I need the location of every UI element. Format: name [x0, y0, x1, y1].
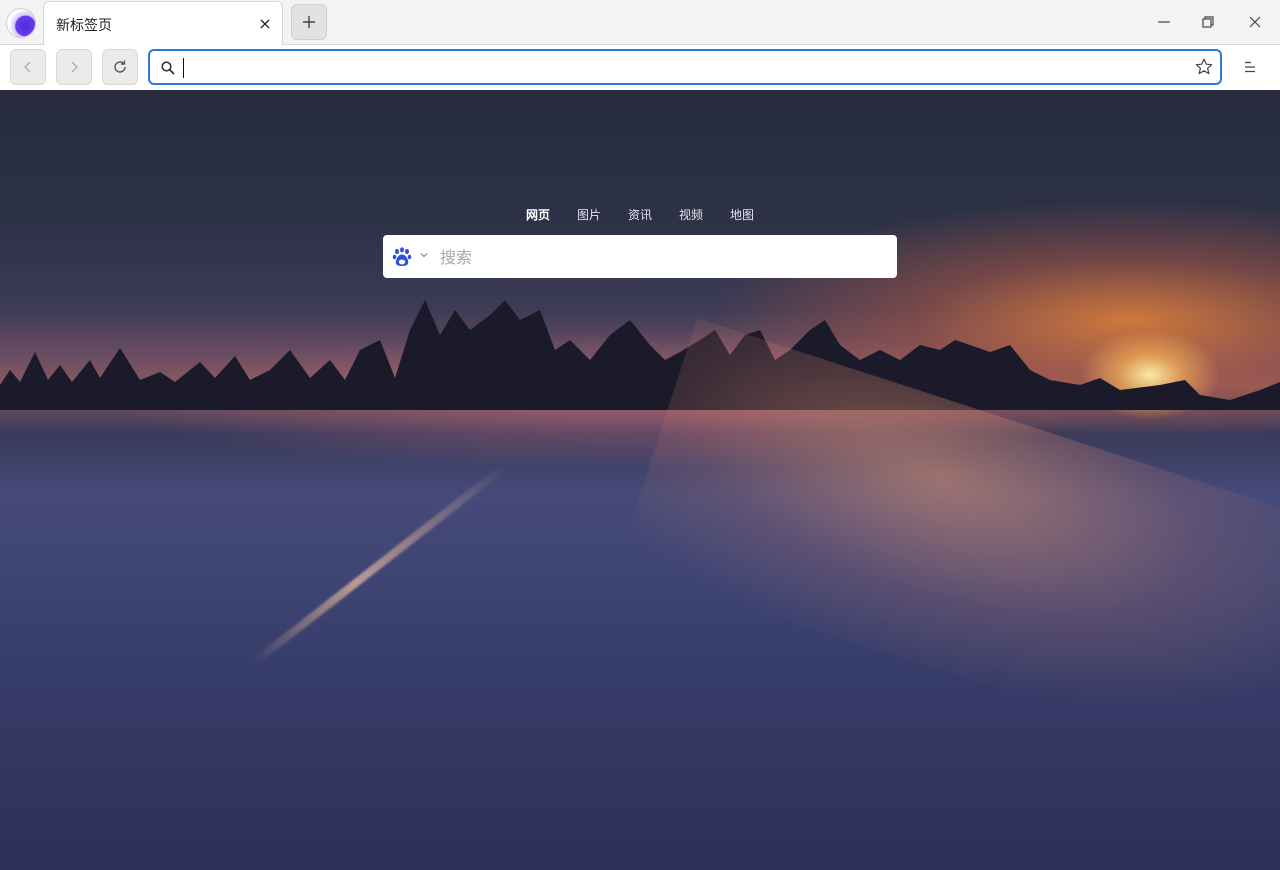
search-tab-web[interactable]: 网页 — [526, 206, 550, 226]
tab-new-tab-page[interactable]: 新标签页 × — [43, 1, 283, 46]
restore-button[interactable] — [1194, 8, 1222, 36]
tab-close-icon[interactable]: × — [256, 15, 274, 33]
plus-icon — [303, 16, 315, 28]
search-tab-video[interactable]: 视频 — [679, 206, 703, 226]
search-tab-images[interactable]: 图片 — [577, 206, 601, 226]
search-box — [383, 235, 897, 278]
search-category-tabs: 网页 图片 资讯 视频 地图 — [0, 206, 1280, 226]
tab-title: 新标签页 — [56, 18, 112, 34]
new-tab-page: 网页 图片 资讯 视频 地图 — [0, 90, 1280, 870]
tab-strip: 新标签页 × — [0, 0, 1280, 46]
baidu-paw-icon[interactable] — [391, 246, 413, 268]
address-bar[interactable] — [148, 49, 1222, 85]
forward-button[interactable] — [56, 49, 92, 85]
reload-icon — [114, 60, 126, 73]
main-menu-button[interactable] — [1238, 55, 1262, 79]
reload-button[interactable] — [102, 49, 138, 85]
star-icon[interactable] — [1194, 57, 1214, 77]
browser-logo-icon[interactable] — [6, 8, 36, 38]
minimize-button[interactable] — [1150, 8, 1178, 36]
wallpaper-snow-ridge — [251, 462, 509, 666]
wallpaper-treeline — [0, 300, 1280, 410]
navigation-toolbar — [0, 45, 1280, 90]
search-input[interactable] — [440, 243, 880, 271]
address-input[interactable] — [182, 55, 1182, 81]
search-tab-news[interactable]: 资讯 — [628, 206, 652, 226]
close-window-button[interactable] — [1241, 8, 1269, 36]
menu-icon — [1245, 61, 1255, 73]
search-tab-map[interactable]: 地图 — [730, 206, 754, 226]
text-caret — [183, 58, 184, 78]
back-button[interactable] — [10, 49, 46, 85]
restore-icon — [1202, 16, 1214, 28]
search-icon — [161, 61, 175, 75]
chevron-down-icon[interactable] — [419, 250, 429, 260]
minimize-icon — [1158, 21, 1170, 23]
chevron-right-icon — [71, 61, 78, 73]
close-icon — [1249, 16, 1261, 28]
chevron-left-icon — [24, 61, 31, 73]
new-tab-button[interactable] — [291, 4, 327, 40]
